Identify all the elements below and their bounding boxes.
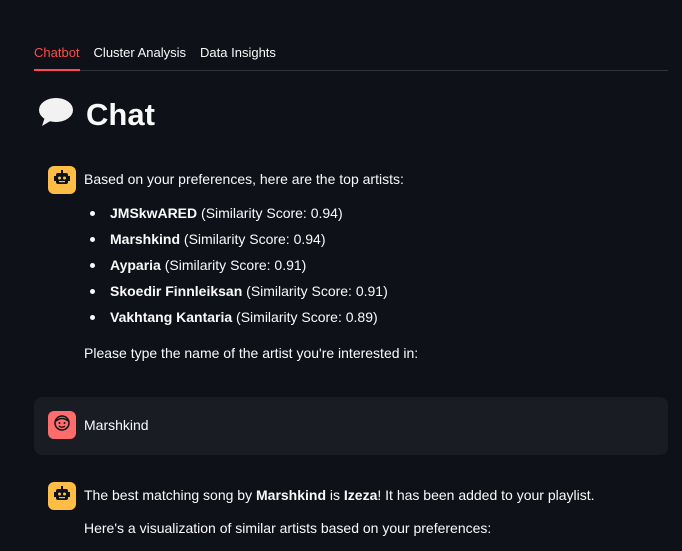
artist-list: JMSkwARED (Similarity Score: 0.94) Marsh… bbox=[84, 203, 418, 333]
similarity-score: (Similarity Score: 0.94) bbox=[180, 231, 326, 247]
assistant-message-body: The best matching song by Marshkind is I… bbox=[84, 485, 595, 538]
bot-avatar bbox=[48, 482, 76, 510]
tab-cluster-analysis[interactable]: Cluster Analysis bbox=[94, 36, 186, 69]
assistant-message: Based on your preferences, here are the … bbox=[48, 166, 418, 363]
artist-name: Vakhtang Kantaria bbox=[110, 309, 233, 325]
artist-name: Marshkind bbox=[256, 487, 327, 503]
list-item: Marshkind (Similarity Score: 0.94) bbox=[84, 229, 418, 255]
text-fragment: is bbox=[326, 487, 344, 503]
user-message: Marshkind bbox=[34, 397, 668, 455]
song-result-text: The best matching song by Marshkind is I… bbox=[84, 485, 595, 505]
tab-chatbot[interactable]: Chatbot bbox=[34, 36, 80, 71]
visualization-intro-text: Here's a visualization of similar artist… bbox=[84, 520, 492, 536]
assistant-message-body: Based on your preferences, here are the … bbox=[84, 166, 418, 363]
assistant-message: The best matching song by Marshkind is I… bbox=[48, 482, 595, 538]
list-item: Ayparia (Similarity Score: 0.91) bbox=[84, 255, 418, 281]
tab-bar: Chatbot Cluster Analysis Data Insights bbox=[34, 36, 668, 71]
artist-name: Skoedir Finnleiksan bbox=[110, 283, 243, 299]
text-fragment: The best matching song by bbox=[84, 487, 256, 503]
bot-avatar bbox=[48, 166, 76, 194]
message-text: Based on your preferences, here are the … bbox=[84, 171, 404, 187]
page-title-text: Chat bbox=[86, 96, 155, 132]
smiley-face-icon bbox=[53, 414, 71, 437]
user-avatar bbox=[48, 411, 76, 439]
artist-name: Ayparia bbox=[110, 257, 161, 273]
list-item: Skoedir Finnleiksan (Similarity Score: 0… bbox=[84, 281, 418, 307]
similarity-score: (Similarity Score: 0.89) bbox=[232, 309, 378, 325]
robot-icon bbox=[53, 485, 71, 508]
speech-balloon-icon bbox=[38, 96, 74, 133]
artist-name: JMSkwARED bbox=[110, 205, 198, 221]
robot-icon bbox=[53, 169, 71, 192]
app-root: Chatbot Cluster Analysis Data Insights C… bbox=[0, 0, 682, 551]
list-item: JMSkwARED (Similarity Score: 0.94) bbox=[84, 203, 418, 229]
similarity-score: (Similarity Score: 0.94) bbox=[197, 205, 343, 221]
similarity-score: (Similarity Score: 0.91) bbox=[160, 257, 307, 273]
text-fragment: ! It has been added to your playlist. bbox=[377, 487, 595, 503]
list-item: Vakhtang Kantaria (Similarity Score: 0.8… bbox=[84, 307, 418, 333]
message-prompt: Please type the name of the artist you'r… bbox=[84, 345, 419, 361]
artist-name: Marshkind bbox=[110, 231, 181, 247]
tab-data-insights[interactable]: Data Insights bbox=[200, 36, 276, 69]
user-message-text: Marshkind bbox=[84, 417, 149, 433]
page-title: Chat bbox=[38, 96, 155, 133]
song-name: Izeza bbox=[343, 487, 378, 503]
similarity-score: (Similarity Score: 0.91) bbox=[242, 283, 388, 299]
